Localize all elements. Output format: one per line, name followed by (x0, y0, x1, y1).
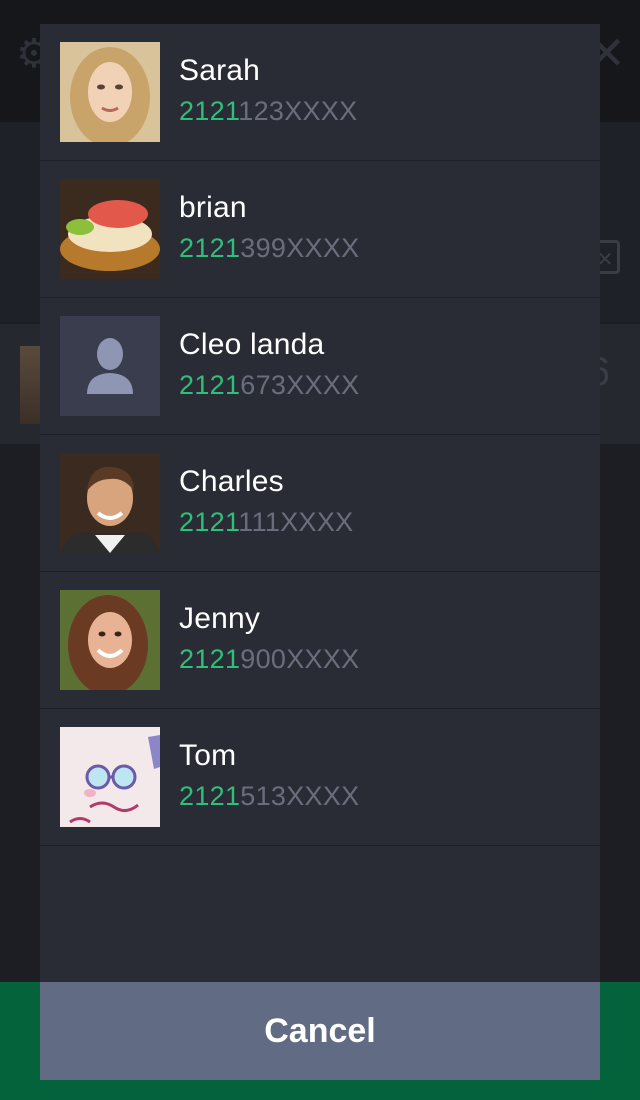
contact-name: Charles (179, 465, 284, 498)
contact-row-brian[interactable]: brian 2121399XXXX (40, 161, 600, 298)
contact-name: Sarah (179, 54, 261, 87)
contact-row-tom[interactable]: Tom 2121513XXXX (40, 709, 600, 846)
avatar (60, 727, 160, 827)
contact-phone: 2121900XXXX (179, 644, 359, 675)
contact-name: Jenny (179, 602, 261, 635)
contact-row-sarah[interactable]: Sarah 2121123XXXX (40, 24, 600, 161)
avatar (60, 590, 160, 690)
contact-name: Cleo landa (179, 328, 325, 361)
background-avatar (20, 346, 42, 424)
phone-rest: 900XXXX (240, 644, 360, 674)
contact-phone: 2121513XXXX (179, 781, 359, 812)
contact-picker-modal: Sarah 2121123XXXX brian 2121399XXXX Cleo… (40, 24, 600, 1080)
contact-row-charles[interactable]: Charles 2121111XXXX (40, 435, 600, 572)
contact-row-cleo-landa[interactable]: Cleo landa 2121673XXXX (40, 298, 600, 435)
phone-rest: 673XXXX (240, 370, 360, 400)
contact-name: Tom (179, 739, 237, 772)
phone-rest: 399XXXX (240, 233, 360, 263)
phone-prefix: 2121 (179, 781, 241, 811)
contact-phone: 2121673XXXX (179, 370, 359, 401)
phone-rest: 111XXXX (238, 507, 354, 537)
phone-prefix: 2121 (179, 370, 241, 400)
contact-phone: 2121123XXXX (179, 96, 357, 127)
avatar (60, 453, 160, 553)
contact-phone: 2121399XXXX (179, 233, 359, 264)
contact-row-jenny[interactable]: Jenny 2121900XXXX (40, 572, 600, 709)
avatar (60, 42, 160, 142)
phone-rest: 123XXXX (238, 96, 358, 126)
contact-phone: 2121111XXXX (179, 507, 353, 538)
default-person-icon (60, 316, 160, 416)
avatar (60, 179, 160, 279)
contact-name: brian (179, 191, 247, 224)
phone-prefix: 2121 (179, 507, 239, 537)
phone-prefix: 2121 (179, 644, 241, 674)
phone-rest: 513XXXX (240, 781, 360, 811)
phone-prefix: 2121 (179, 233, 241, 263)
phone-prefix: 2121 (179, 96, 239, 126)
cancel-button[interactable]: Cancel (40, 982, 600, 1080)
